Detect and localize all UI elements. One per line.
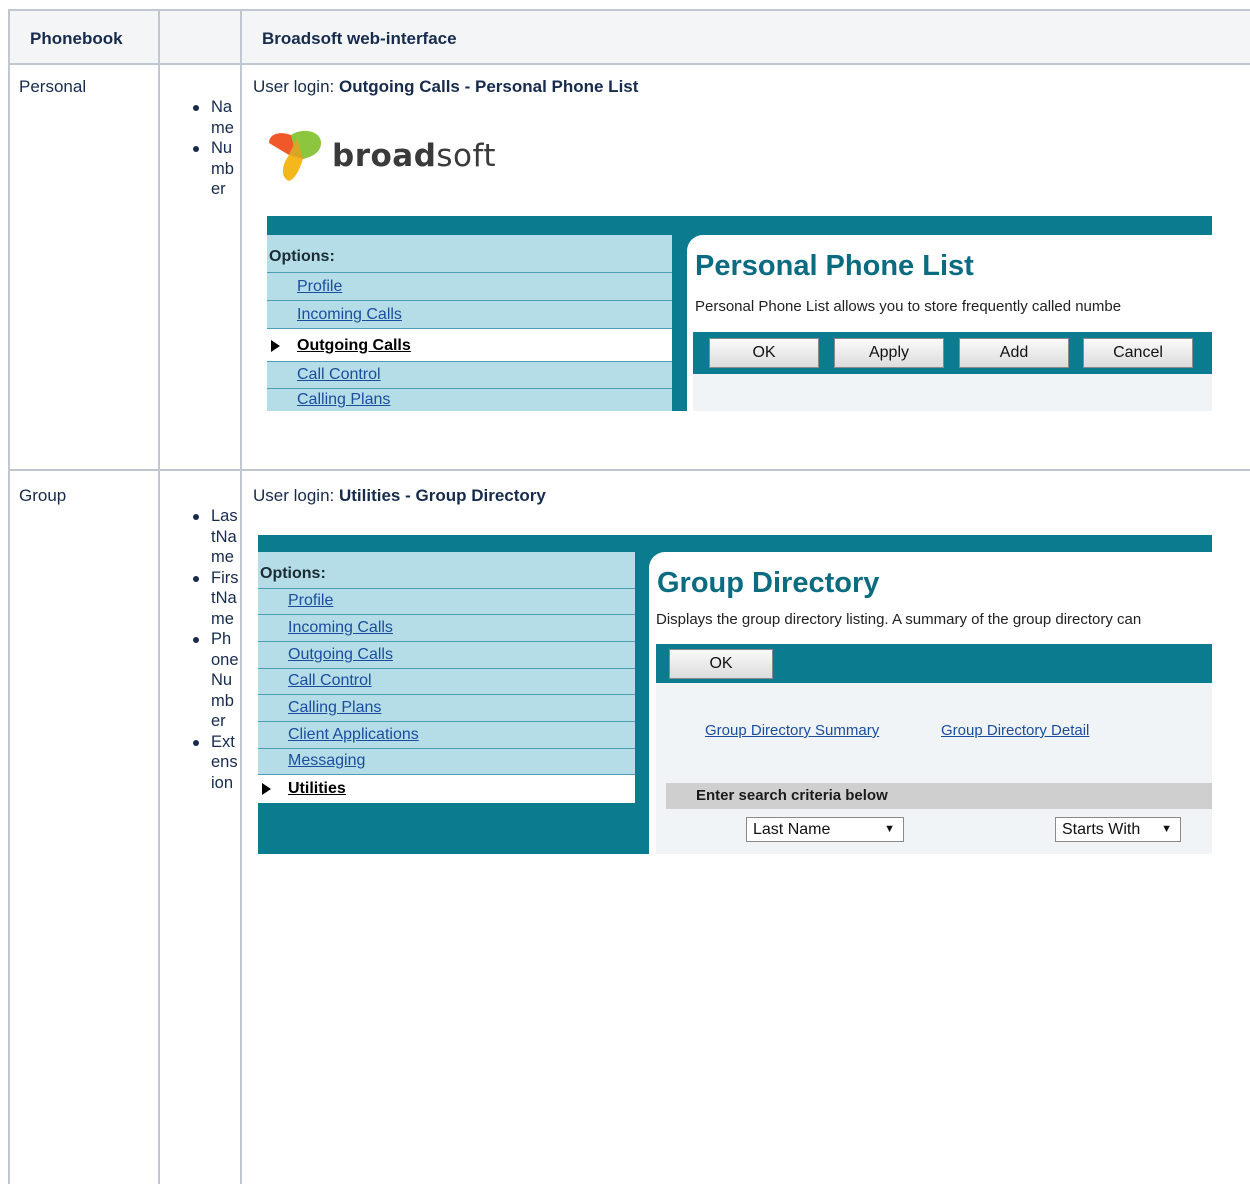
active-arrow-icon <box>271 340 280 352</box>
dropdown-arrow-icon: ▼ <box>884 823 895 835</box>
cancel-button[interactable]: Cancel <box>1083 338 1193 368</box>
list-item: FirstName <box>188 568 240 630</box>
page-title: Group Directory <box>657 567 880 599</box>
list-item: Number <box>188 138 240 200</box>
content-panel: Personal Phone List Personal Phone List … <box>687 235 1212 411</box>
ok-button[interactable]: OK <box>709 338 819 368</box>
ok-button[interactable]: OK <box>669 649 773 679</box>
option-outgoing-calls[interactable]: Outgoing Calls <box>258 641 635 668</box>
option-outgoing-calls[interactable]: Outgoing Calls <box>267 328 672 361</box>
options-title: Options: <box>269 248 335 265</box>
personal-field-list: Name Number <box>188 97 240 200</box>
page-description: Displays the group directory listing. A … <box>656 611 1142 628</box>
option-incoming-calls[interactable]: Incoming Calls <box>258 614 635 641</box>
phonebook-personal: Personal <box>19 77 87 96</box>
options-panel: Options: Profile Incoming Calls Outgoing… <box>258 552 635 803</box>
table-border-top <box>8 9 1250 11</box>
active-arrow-icon <box>262 783 271 795</box>
group-caption: User login: Utilities - Group Directory <box>253 486 546 505</box>
option-client-applications[interactable]: Client Applications <box>258 721 635 748</box>
search-criteria-header: Enter search criteria below <box>666 783 1212 809</box>
option-calling-plans[interactable]: Calling Plans <box>267 388 672 411</box>
list-item: Name <box>188 97 240 138</box>
add-button[interactable]: Add <box>959 338 1069 368</box>
group-directory-screenshot: Options: Profile Incoming Calls Outgoing… <box>258 535 1212 854</box>
table-col-divider-2 <box>240 9 242 1184</box>
option-utilities[interactable]: Utilities <box>258 774 635 803</box>
option-calling-plans[interactable]: Calling Plans <box>258 694 635 721</box>
option-profile[interactable]: Profile <box>258 588 635 614</box>
content-body <box>693 374 1212 411</box>
button-bar: OK Apply Add Cancel <box>693 332 1212 374</box>
option-call-control[interactable]: Call Control <box>258 668 635 694</box>
table-col-divider-1 <box>158 9 160 1184</box>
option-profile[interactable]: Profile <box>267 272 672 300</box>
phonebook-group: Group <box>19 486 67 505</box>
page-title: Personal Phone List <box>695 250 974 282</box>
option-incoming-calls[interactable]: Incoming Calls <box>267 300 672 328</box>
broadsoft-logo-text: broadsoft <box>332 138 497 174</box>
table-row-divider <box>8 469 1250 471</box>
list-item: LastName <box>188 506 240 568</box>
options-title: Options: <box>260 565 326 582</box>
group-field-list: LastName FirstName PhoneNumber Extension <box>188 506 240 793</box>
table-header <box>8 9 1250 63</box>
table-header-divider <box>8 63 1250 65</box>
dropdown-arrow-icon: ▼ <box>1161 823 1172 835</box>
option-messaging[interactable]: Messaging <box>258 748 635 774</box>
list-item: PhoneNumber <box>188 629 240 732</box>
content-panel: Group Directory Displays the group direc… <box>649 552 1212 854</box>
group-directory-summary-link[interactable]: Group Directory Summary <box>705 722 879 739</box>
search-mode-select[interactable]: Starts With ▼ <box>1055 817 1181 842</box>
options-panel: Options: Profile Incoming Calls Outgoing… <box>267 235 672 411</box>
group-directory-detail-link[interactable]: Group Directory Detail <box>941 722 1089 739</box>
page-description: Personal Phone List allows you to store … <box>695 298 1122 315</box>
broadsoft-logo-icon <box>269 130 321 181</box>
search-field-select[interactable]: Last Name ▼ <box>746 817 904 842</box>
table-border-left <box>8 9 10 1184</box>
header-phonebook: Phonebook <box>30 29 123 48</box>
button-bar: OK <box>656 644 1212 683</box>
personal-phone-list-screenshot: Options: Profile Incoming Calls Outgoing… <box>267 216 1212 411</box>
option-call-control[interactable]: Call Control <box>267 361 672 388</box>
apply-button[interactable]: Apply <box>834 338 944 368</box>
list-item: Extension <box>188 732 240 794</box>
header-broadsoft: Broadsoft web-interface <box>262 29 457 48</box>
broadsoft-logo: broadsoft <box>267 129 496 183</box>
personal-caption: User login: Outgoing Calls - Personal Ph… <box>253 77 639 96</box>
